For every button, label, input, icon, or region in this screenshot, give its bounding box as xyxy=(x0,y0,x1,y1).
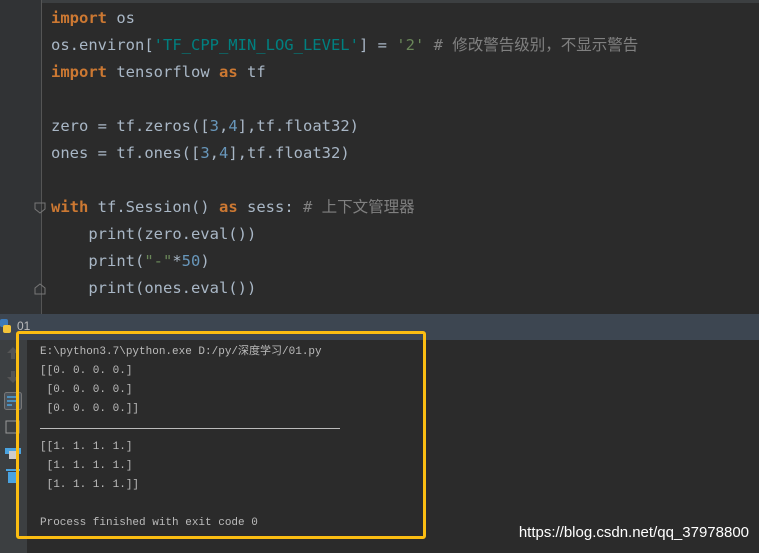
code-line[interactable]: ones = tf.ones([3,4],tf.float32) xyxy=(51,140,638,167)
code-line[interactable]: print(zero.eval()) xyxy=(51,221,638,248)
code-token: "-" xyxy=(144,252,173,270)
code-token: sess: xyxy=(237,198,303,216)
code-token: ) xyxy=(200,252,210,270)
code-token: os.environ[ xyxy=(51,36,154,54)
highlight-box xyxy=(16,331,426,539)
code-lines[interactable]: import os os.environ['TF_CPP_MIN_LOG_LEVE… xyxy=(51,5,638,302)
code-token: 4 xyxy=(219,144,229,162)
code-line[interactable]: print(ones.eval()) xyxy=(51,275,638,302)
code-line[interactable]: import os xyxy=(51,5,638,32)
code-token: 'TF_CPP_MIN_LOG_LEVEL' xyxy=(153,36,359,54)
code-token: 4 xyxy=(228,117,238,135)
code-token: , xyxy=(209,144,219,162)
code-editor[interactable]: import os os.environ['TF_CPP_MIN_LOG_LEVE… xyxy=(0,0,759,314)
code-token: , xyxy=(218,117,229,135)
code-token: zero = tf.zeros([ xyxy=(51,117,210,135)
code-token: # 修改警告级别，不显示警告 xyxy=(424,36,639,54)
code-token: ],tf.float32) xyxy=(228,144,350,162)
code-token: tf.Session() xyxy=(88,198,219,216)
code-token: # 上下文管理器 xyxy=(302,198,415,216)
fold-marker-icon[interactable] xyxy=(34,202,46,214)
code-line[interactable] xyxy=(51,167,638,194)
code-line[interactable]: os.environ['TF_CPP_MIN_LOG_LEVEL'] = '2'… xyxy=(51,32,638,59)
editor-top-border xyxy=(0,0,759,3)
code-token: import xyxy=(51,63,107,81)
code-line[interactable]: with tf.Session() as sess: # 上下文管理器 xyxy=(51,194,638,221)
code-token: as xyxy=(218,63,238,81)
code-token: print(zero.eval()) xyxy=(51,225,257,243)
code-token: 3 xyxy=(200,144,210,162)
code-token: '2' xyxy=(396,36,425,54)
code-token: print(ones.eval()) xyxy=(51,279,257,297)
code-token: ] = xyxy=(358,36,397,54)
watermark: https://blog.csdn.net/qq_37978800 xyxy=(518,524,749,541)
code-token: with xyxy=(51,198,89,216)
code-line[interactable] xyxy=(51,86,638,113)
fold-end-marker-icon[interactable] xyxy=(34,283,46,295)
code-line[interactable]: zero = tf.zeros([3,4],tf.float32) xyxy=(51,113,638,140)
code-token: 3 xyxy=(209,117,219,135)
code-token: os xyxy=(107,9,135,27)
code-line[interactable]: import tensorflow as tf xyxy=(51,59,638,86)
code-token: import xyxy=(51,9,107,27)
python-icon xyxy=(0,319,11,333)
code-token: 50 xyxy=(181,252,201,270)
code-token: ones = tf.ones([ xyxy=(51,144,201,162)
editor-gutter xyxy=(0,0,46,314)
code-token: print( xyxy=(51,252,145,270)
code-token: tf xyxy=(237,63,266,81)
code-token: tensorflow xyxy=(107,63,219,81)
code-token: ],tf.float32) xyxy=(237,117,359,135)
code-line[interactable]: print("-"*50) xyxy=(51,248,638,275)
code-token: as xyxy=(218,198,238,216)
code-token: * xyxy=(172,252,182,270)
